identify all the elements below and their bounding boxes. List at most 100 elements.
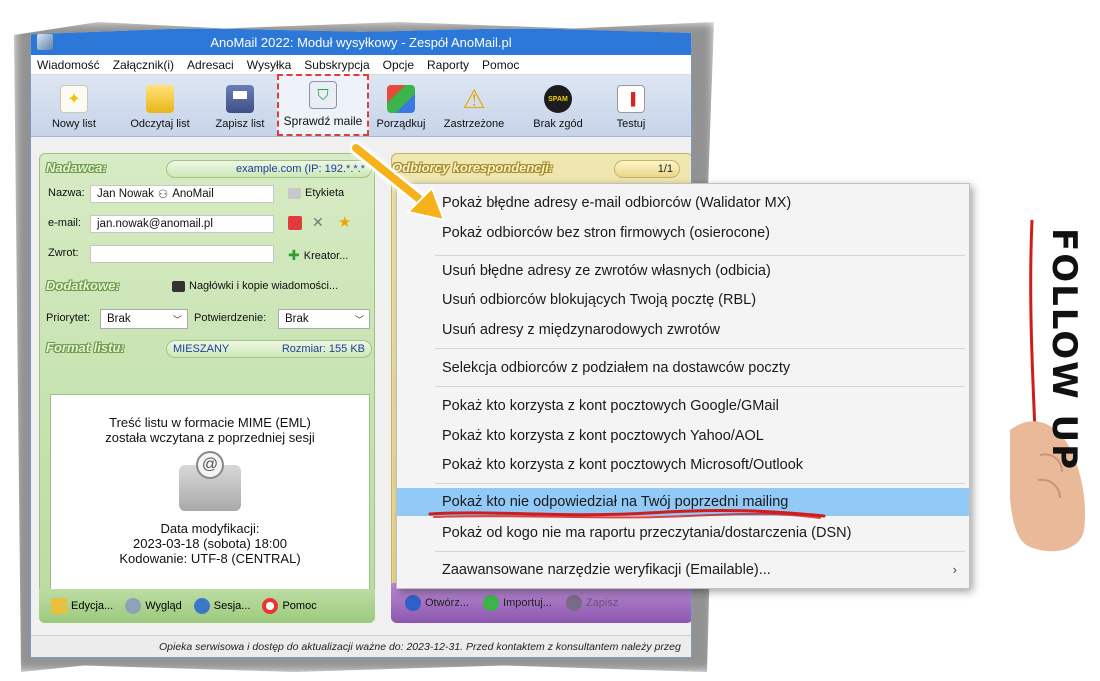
menu-raporty[interactable]: Raporty — [427, 58, 469, 72]
chevron-right-icon: › — [952, 562, 957, 577]
tag-icon — [288, 187, 301, 199]
plus-icon — [483, 595, 500, 611]
menu-adresaci[interactable]: Adresaci — [187, 58, 234, 72]
follow-up-label: FOLLOW UP — [1044, 228, 1084, 472]
shield-mail-icon: ⛉ — [309, 81, 337, 109]
headers-button[interactable]: Nagłówki i kopie wiadomości... — [172, 280, 338, 292]
mod-date: 2023-03-18 (sobota) 18:00 — [133, 536, 287, 551]
menu-item-mx-validator[interactable]: Pokaż błędne adresy e-mail odbiorców (Wa… — [397, 189, 969, 217]
labels-button[interactable]: Etykieta — [288, 187, 344, 199]
name-label: Nazwa: — [48, 187, 85, 199]
app-icon — [37, 34, 53, 50]
arrow-annotation — [350, 141, 446, 222]
menu-item-remove-intl[interactable]: Usuń adresy z międzynarodowych zwrotów — [397, 316, 969, 344]
email-field[interactable]: jan.nowak@anomail.pl — [90, 215, 274, 233]
email-label: e-mail: — [48, 217, 82, 229]
menu-item-dsn[interactable]: Pokaż od kogo nie ma raportu przeczytani… — [397, 519, 969, 547]
menu-item-remove-rbl[interactable]: Usuń odbiorców blokujących Twoją pocztę … — [397, 286, 969, 314]
message-preview[interactable]: Treść listu w formacie MIME (EML) został… — [50, 394, 370, 616]
new-doc-icon: ✦ — [60, 85, 88, 113]
view-button[interactable]: Wygląd — [125, 598, 182, 614]
magnifier-icon — [125, 598, 142, 614]
session-button[interactable]: Sesja... — [193, 598, 250, 614]
window-title: AnoMail 2022: Moduł wysyłkowy - Zespół A… — [210, 34, 512, 50]
preview-line1: Treść listu w formacie MIME (EML) — [109, 415, 311, 430]
confirm-label: Potwierdzenie: — [194, 312, 267, 324]
context-menu: Pokaż błędne adresy e-mail odbiorców (Wa… — [396, 183, 970, 589]
plus-icon: ✚ — [288, 247, 300, 263]
menu-item-gmail[interactable]: Pokaż kto korzysta z kont pocztowych Goo… — [397, 392, 969, 420]
toolbar: ✦ Nowy list Odczytaj list Zapisz list ⛉ … — [31, 74, 691, 137]
floppy-icon — [226, 85, 254, 113]
menu-wysylka[interactable]: Wysyłka — [247, 58, 292, 72]
pencil-icon — [51, 598, 67, 614]
red-underline-annotation — [428, 508, 826, 519]
menu-item-orphaned[interactable]: Pokaż odbiorców bez stron firmowych (osi… — [397, 219, 969, 247]
spam-block-icon: SPAM — [544, 85, 572, 113]
save-recipients-button[interactable]: Zapisz — [565, 595, 618, 611]
return-label: Zwrot: — [48, 247, 79, 259]
user-icon: ⚇ — [157, 189, 169, 201]
right-footer-bar: Otwórz... Importuj... Zapisz — [391, 583, 691, 623]
menu-item-outlook[interactable]: Pokaż kto korzysta z kont pocztowych Mic… — [397, 451, 969, 479]
name-field[interactable]: Jan Nowak ⚇ AnoMail — [90, 185, 274, 203]
lifebuoy-icon — [262, 598, 279, 614]
sender-domain-info[interactable]: example.com (IP: 192.*.*.* — [166, 160, 372, 178]
sender-panel: Nadawca: example.com (IP: 192.*.*.* Nazw… — [39, 153, 375, 623]
help-button[interactable]: Pomoc — [262, 598, 317, 614]
menu-pomoc[interactable]: Pomoc — [482, 58, 519, 72]
warning-icon: ⚠ — [462, 83, 486, 114]
menu-opcje[interactable]: Opcje — [383, 58, 414, 72]
chevron-down-icon: ﹀ — [172, 315, 182, 325]
open-recipients-button[interactable]: Otwórz... — [405, 595, 469, 611]
menu-bar: Wiadomość Załącznik(i) Adresaci Wysyłka … — [31, 55, 691, 75]
check-mails-button[interactable]: ⛉ Sprawdź maile — [277, 74, 369, 136]
format-heading: Format listu: — [46, 340, 125, 355]
email-envelope-icon: @ — [179, 451, 241, 511]
extra-heading: Dodatkowe: — [46, 278, 120, 293]
upload-icon — [405, 595, 421, 611]
menu-item-select-providers[interactable]: Selekcja odbiorców z podziałem na dostaw… — [397, 354, 969, 382]
test-button[interactable]: ▐ Testuj — [601, 78, 661, 136]
sender-heading: Nadawca: — [46, 160, 107, 175]
new-letter-button[interactable]: ✦ Nowy list — [31, 78, 117, 136]
boxes-icon — [387, 85, 415, 113]
menu-item-remove-bounces[interactable]: Usuń błędne adresy ze zwrotów własnych (… — [397, 257, 969, 285]
import-button[interactable]: Importuj... — [483, 595, 552, 611]
priority-label: Priorytet: — [46, 312, 91, 324]
status-bar: Opieka serwisowa i dostęp do aktualizacj… — [31, 635, 691, 657]
separator — [435, 255, 965, 256]
globe-icon — [193, 598, 210, 614]
encoding: Kodowanie: UTF-8 (CENTRAL) — [119, 551, 301, 566]
tidy-button[interactable]: Porządkuj — [369, 78, 433, 136]
return-field[interactable] — [90, 245, 274, 263]
creator-button[interactable]: ✚ Kreator... — [288, 247, 348, 264]
chevron-down-icon: ﹀ — [354, 315, 364, 325]
mod-label: Data modyfikacji: — [160, 521, 260, 536]
preview-line2: została wczytana z poprzedniej sesji — [105, 430, 315, 445]
download-icon — [565, 595, 582, 611]
menu-subskrypcja[interactable]: Subskrypcja — [304, 58, 369, 72]
format-info[interactable]: MIESZANY Rozmiar: 155 KB — [166, 340, 372, 358]
folder-icon — [146, 85, 174, 113]
confirm-select[interactable]: Brak ﹀ — [278, 309, 370, 329]
priority-select[interactable]: Brak ﹀ — [100, 309, 188, 329]
mailbox-icon: ▐ — [617, 85, 645, 113]
menu-item-yahoo[interactable]: Pokaż kto korzysta z kont pocztowych Yah… — [397, 422, 969, 450]
headers-icon — [172, 280, 185, 292]
left-footer-bar: Edycja... Wygląd Sesja... Pomoc — [39, 589, 375, 623]
separator — [435, 551, 965, 552]
tools-icon[interactable]: ✕ — [312, 214, 324, 231]
menu-wiadomosc[interactable]: Wiadomość — [37, 58, 100, 72]
menu-item-emailable[interactable]: Zaawansowane narzędzie weryfikacji (Emai… — [397, 556, 969, 584]
save-letter-button[interactable]: Zapisz list — [203, 78, 277, 136]
menu-zalaczniki[interactable]: Załącznik(i) — [113, 58, 174, 72]
reserved-button[interactable]: ⚠ Zastrzeżone — [433, 78, 515, 136]
recipients-page: 1/1 — [614, 160, 680, 178]
no-consent-button[interactable]: SPAM Brak zgód — [515, 78, 601, 136]
edit-button[interactable]: Edycja... — [51, 598, 113, 614]
separator — [435, 483, 965, 484]
lock-icon[interactable] — [288, 216, 302, 230]
separator — [435, 386, 965, 387]
open-letter-button[interactable]: Odczytaj list — [117, 78, 203, 136]
